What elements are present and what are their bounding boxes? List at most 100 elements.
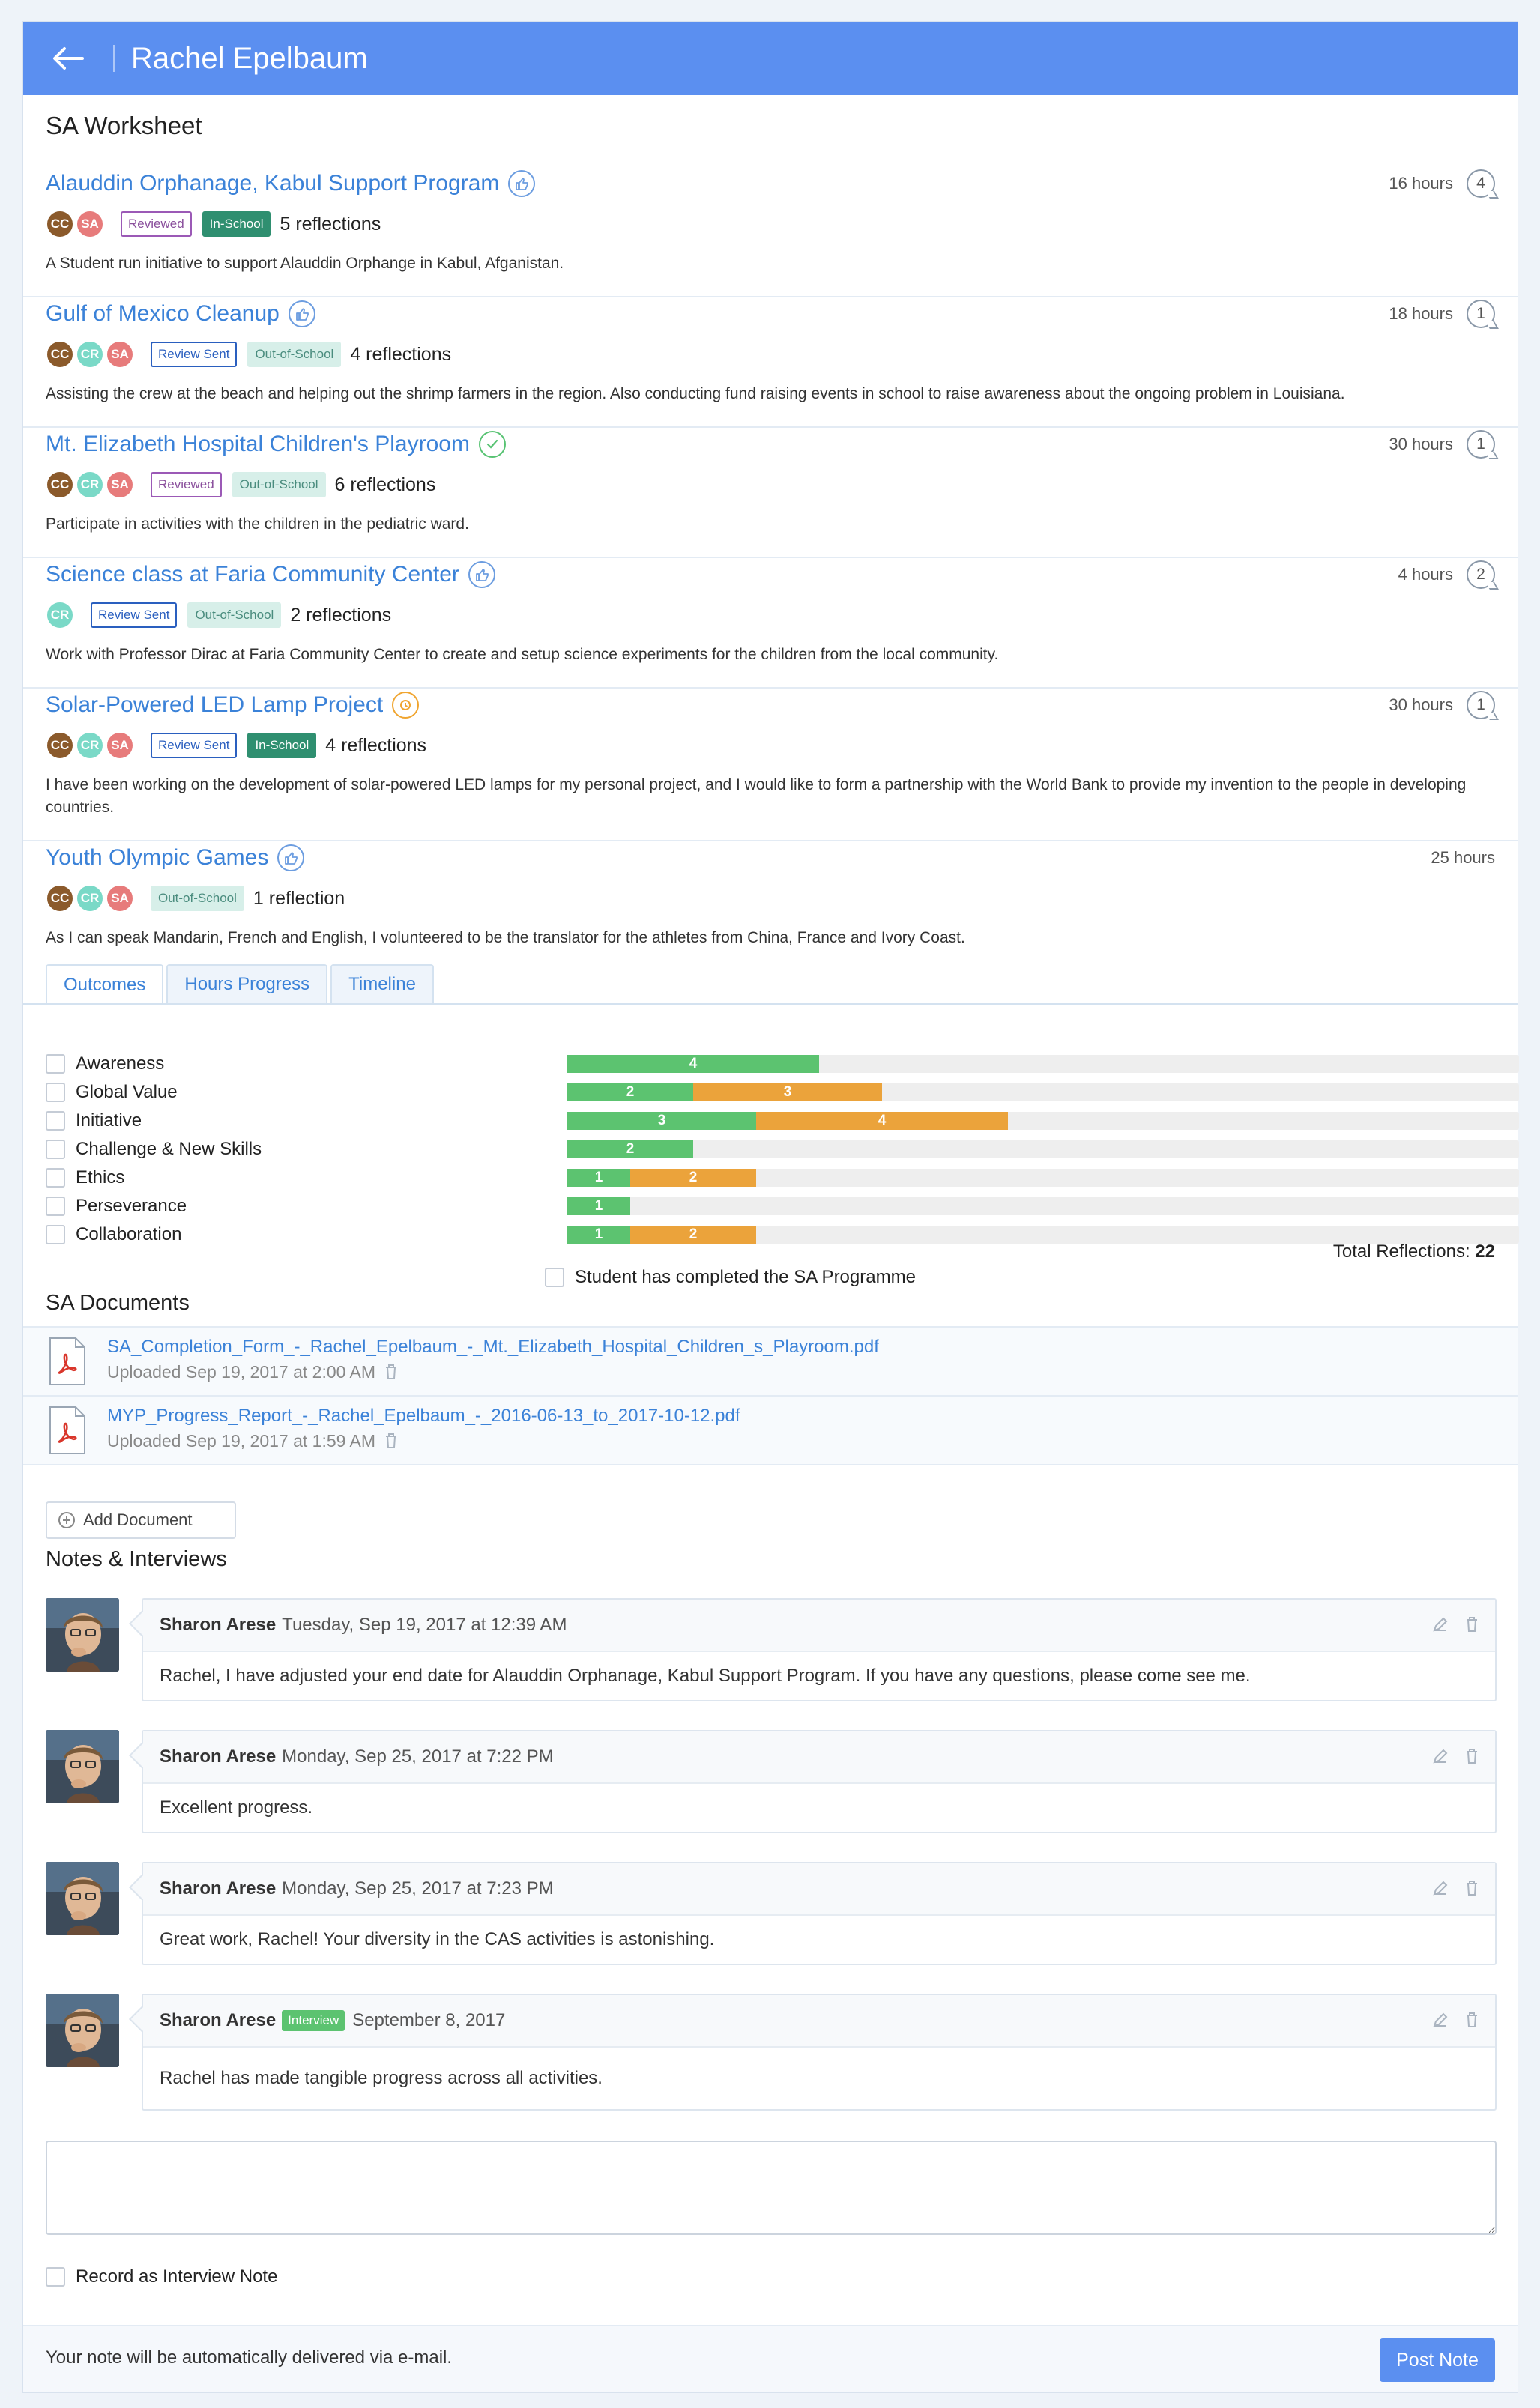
outcome-label: Initiative xyxy=(76,1110,142,1131)
outcome-row: Awareness 4 xyxy=(46,1050,1519,1078)
note-header: Sharon Arese Monday, Sep 25, 2017 at 7:22… xyxy=(143,1731,1495,1784)
activity-title-link[interactable]: Mt. Elizabeth Hospital Children's Playro… xyxy=(46,432,470,457)
interview-badge: Interview xyxy=(282,2010,345,2031)
tab-outcomes[interactable]: Outcomes xyxy=(46,964,164,1005)
note-card: Sharon Arese Monday, Sep 25, 2017 at 7:23… xyxy=(142,1862,1497,1965)
edit-icon[interactable] xyxy=(1432,1880,1449,1896)
completed-checkbox[interactable] xyxy=(545,1268,564,1287)
outcome-checkbox[interactable] xyxy=(46,1168,65,1188)
trash-icon[interactable] xyxy=(384,1364,398,1380)
activity-hours: 4 hours xyxy=(1398,565,1453,584)
plus-circle-icon xyxy=(58,1512,75,1528)
outcome-checkbox[interactable] xyxy=(46,1140,65,1159)
thumbs-up-icon xyxy=(277,844,305,871)
tab-hours-progress[interactable]: Hours Progress xyxy=(166,964,328,1003)
outcome-row: Ethics 1 2 xyxy=(46,1164,1519,1192)
page: Rachel Epelbaum SA Worksheet Alauddin Or… xyxy=(22,21,1519,2393)
tab-bar: Outcomes Hours Progress Timeline xyxy=(46,964,434,1005)
avatar: CC xyxy=(46,884,74,913)
note-textarea[interactable] xyxy=(46,2141,1497,2235)
outcome-checkbox[interactable] xyxy=(46,1054,65,1074)
status-badge: Out-of-School xyxy=(247,342,342,367)
comment-count-icon[interactable]: 4 xyxy=(1467,169,1495,198)
comment-count-icon[interactable]: 1 xyxy=(1467,300,1495,328)
outcome-bar: 1 xyxy=(567,1197,1519,1215)
outcome-bar-segment: 2 xyxy=(567,1140,693,1158)
comment-count-icon[interactable]: 1 xyxy=(1467,691,1495,719)
note-text: Great work, Rachel! Your diversity in th… xyxy=(160,1929,715,1949)
activity-item: Gulf of Mexico Cleanup 18 hours 1 CC CR SA Rev… xyxy=(23,297,1518,428)
outcome-checkbox[interactable] xyxy=(46,1225,65,1244)
trash-icon[interactable] xyxy=(1465,2012,1479,2028)
note-date: September 8, 2017 xyxy=(352,2010,506,2030)
avatar: SA xyxy=(76,210,104,238)
comment-count-icon[interactable]: 1 xyxy=(1467,430,1495,459)
outcome-bar: 2 xyxy=(567,1140,1519,1158)
note-author: Sharon Arese xyxy=(160,1746,277,1767)
note-card: Sharon Arese Monday, Sep 25, 2017 at 7:22… xyxy=(142,1730,1497,1833)
tab-timeline[interactable]: Timeline xyxy=(330,964,434,1003)
comment-count-icon[interactable]: 2 xyxy=(1467,560,1495,589)
status-badge: Reviewed xyxy=(121,211,192,237)
check-circle-icon xyxy=(478,431,506,458)
trash-icon[interactable] xyxy=(384,1433,398,1449)
avatar: SA xyxy=(106,471,134,499)
outcome-bar: 34 xyxy=(567,1112,1519,1130)
trash-icon[interactable] xyxy=(1465,1616,1479,1633)
note-footer: Your note will be automatically delivere… xyxy=(23,2325,1518,2392)
back-button[interactable] xyxy=(46,40,91,77)
document-upload-info: Uploaded Sep 19, 2017 at 2:00 AM xyxy=(107,1362,398,1382)
document-link[interactable]: MYP_Progress_Report_-_Rachel_Epelbaum_-_… xyxy=(107,1406,740,1427)
interview-checkbox[interactable] xyxy=(46,2267,65,2287)
activity-title-link[interactable]: Alauddin Orphanage, Kabul Support Progra… xyxy=(46,171,499,196)
edit-icon[interactable] xyxy=(1432,2012,1449,2028)
outcome-checkbox[interactable] xyxy=(46,1111,65,1131)
post-note-button[interactable]: Post Note xyxy=(1380,2338,1495,2382)
completed-row: Student has completed the SA Programme xyxy=(545,1267,916,1288)
trash-icon[interactable] xyxy=(1465,1880,1479,1896)
activity-hours: 25 hours xyxy=(1431,848,1495,867)
avatar: CR xyxy=(76,884,104,913)
outcome-bar-segment: 3 xyxy=(567,1112,756,1130)
outcome-bar-segment: 2 xyxy=(567,1083,693,1101)
document-upload-info: Uploaded Sep 19, 2017 at 1:59 AM xyxy=(107,1431,398,1451)
activity-title-link[interactable]: Solar-Powered LED Lamp Project xyxy=(46,692,383,718)
outcome-checkbox[interactable] xyxy=(46,1083,65,1102)
activity-status-row: CR Review Sent Out-of-School 2 reflections xyxy=(46,597,1495,633)
status-badge: Out-of-School xyxy=(151,886,244,911)
avatar: SA xyxy=(106,884,134,913)
add-document-button[interactable]: Add Document xyxy=(46,1501,236,1539)
avatar xyxy=(46,1862,119,1935)
outcome-row: Challenge & New Skills 2 xyxy=(46,1135,1519,1164)
activity-status-row: CC CR SA Review Sent In-School 4 reflections xyxy=(46,727,1495,763)
note-text: Rachel, I have adjusted your end date fo… xyxy=(160,1666,1251,1686)
note-text: Rachel has made tangible progress across… xyxy=(160,2068,603,2088)
notes-title: Notes & Interviews xyxy=(46,1547,227,1571)
outcome-label: Awareness xyxy=(76,1053,165,1074)
tab-divider xyxy=(23,1003,1518,1005)
outcome-checkbox[interactable] xyxy=(46,1197,65,1216)
document-item: MYP_Progress_Report_-_Rachel_Epelbaum_-_… xyxy=(23,1395,1518,1464)
activity-title-link[interactable]: Gulf of Mexico Cleanup xyxy=(46,301,280,327)
outcome-label: Challenge & New Skills xyxy=(76,1139,262,1159)
note-author: Sharon Arese xyxy=(160,1615,277,1635)
trash-icon[interactable] xyxy=(1465,1748,1479,1764)
status-badge: Out-of-School xyxy=(232,472,326,497)
activity-description: As I can speak Mandarin, French and Engl… xyxy=(46,929,965,946)
activity-title-link[interactable]: Youth Olympic Games xyxy=(46,845,268,871)
header-divider xyxy=(113,45,115,72)
status-badge: Review Sent xyxy=(151,342,238,367)
edit-icon[interactable] xyxy=(1432,1616,1449,1633)
student-name: Rachel Epelbaum xyxy=(131,41,368,75)
reflection-count: 5 reflections xyxy=(280,213,381,235)
note-header: Sharon Arese Monday, Sep 25, 2017 at 7:23… xyxy=(143,1863,1495,1916)
note-tools xyxy=(1432,1880,1479,1896)
document-link[interactable]: SA_Completion_Form_-_Rachel_Epelbaum_-_M… xyxy=(107,1337,879,1358)
outcome-bar-segment: 1 xyxy=(567,1169,630,1187)
activity-title-row: Science class at Faria Community Center xyxy=(46,558,1495,591)
activity-title-link[interactable]: Science class at Faria Community Center xyxy=(46,562,459,587)
avatar: CC xyxy=(46,340,74,369)
total-reflections-label: Total Reflections: xyxy=(1332,1241,1470,1262)
edit-icon[interactable] xyxy=(1432,1748,1449,1764)
header-bar: Rachel Epelbaum xyxy=(23,22,1518,95)
